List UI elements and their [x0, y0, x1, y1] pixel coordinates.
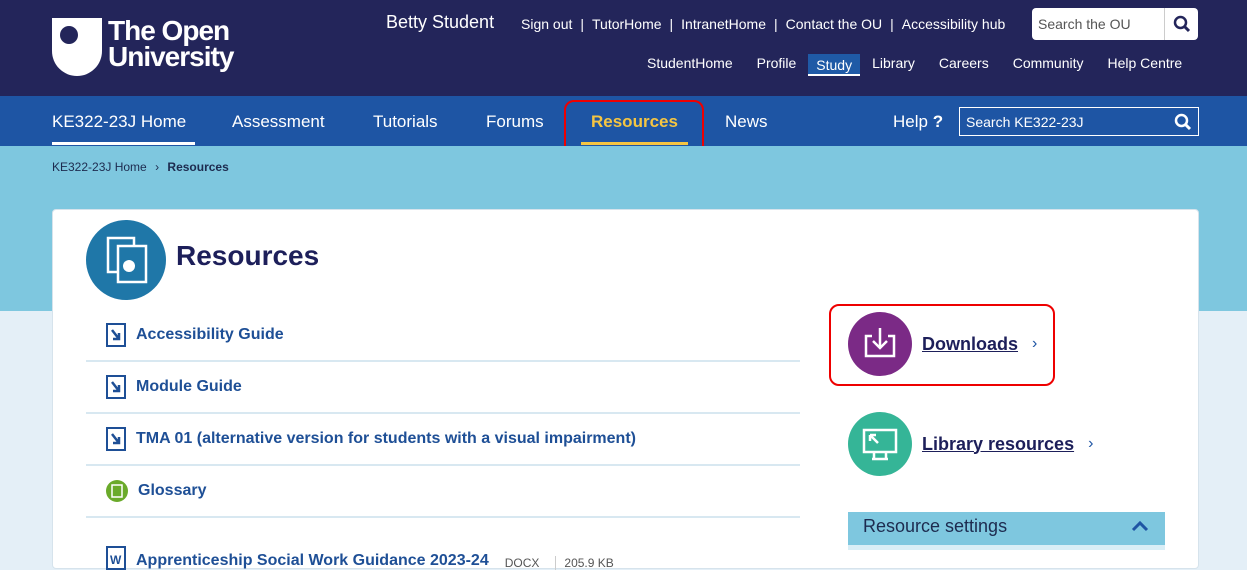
- logo-line-2: University: [108, 41, 234, 72]
- user-name: Betty Student: [386, 12, 495, 32]
- resource-list: Accessibility Guide Module Guide TMA 01 …: [86, 310, 800, 570]
- module-search-input[interactable]: Search KE322-23J: [966, 114, 1084, 130]
- subnav-careers[interactable]: Careers: [927, 54, 1001, 76]
- library-resources-label[interactable]: Library resources: [922, 434, 1074, 455]
- subnav-study[interactable]: Study: [808, 54, 861, 76]
- ou-search-input[interactable]: Search the OU: [1032, 8, 1165, 40]
- chevron-up-icon[interactable]: [1130, 516, 1150, 536]
- tab-news[interactable]: News: [725, 112, 768, 132]
- tab-forums[interactable]: Forums: [486, 112, 544, 132]
- list-item[interactable]: TMA 01 (alternative version for students…: [86, 414, 800, 466]
- library-resources-link[interactable]: Library resources ›: [848, 412, 1093, 476]
- top-links: Sign out | TutorHome | IntranetHome | Conta…: [521, 16, 1006, 32]
- ou-shield-icon: [52, 18, 102, 76]
- subnav-library[interactable]: Library: [860, 54, 927, 76]
- tab-assessment[interactable]: Assessment: [232, 112, 325, 132]
- tab-home[interactable]: KE322-23J Home: [52, 112, 195, 145]
- resource-link[interactable]: TMA 01 (alternative version for students…: [136, 430, 636, 448]
- contact-link[interactable]: Contact the OU: [786, 16, 883, 32]
- resource-link[interactable]: Accessibility Guide: [136, 326, 284, 344]
- subnav-profile[interactable]: Profile: [745, 54, 809, 76]
- resources-icon: [86, 220, 166, 300]
- search-icon[interactable]: [1165, 15, 1198, 33]
- svg-text:W: W: [110, 553, 122, 567]
- help-icon: ?: [932, 112, 944, 131]
- resource-link[interactable]: Module Guide: [136, 378, 242, 396]
- chevron-right-icon: ›: [155, 160, 160, 174]
- list-item[interactable]: W Apprenticeship Social Work Guidance 202…: [86, 518, 800, 570]
- resource-settings-body: [848, 545, 1165, 550]
- highlight-downloads: [829, 304, 1055, 386]
- intranethome-link[interactable]: IntranetHome: [681, 16, 766, 32]
- help-link[interactable]: Help ?: [893, 112, 943, 132]
- resource-link[interactable]: Apprenticeship Social Work Guidance 2023…: [136, 552, 489, 570]
- resource-settings-header[interactable]: Resource settings: [848, 512, 1165, 545]
- ou-search[interactable]: Search the OU: [1032, 8, 1198, 40]
- ou-logo[interactable]: The Open University: [52, 17, 234, 76]
- sub-nav: StudentHome Profile Study Library Career…: [635, 54, 1194, 76]
- help-label: Help: [893, 112, 928, 131]
- document-link-icon: [106, 323, 126, 347]
- tab-tutorials[interactable]: Tutorials: [373, 112, 438, 132]
- resource-settings-label: Resource settings: [863, 516, 1008, 536]
- subnav-studenthome[interactable]: StudentHome: [635, 54, 745, 76]
- breadcrumb-current: Resources: [167, 160, 229, 174]
- site-header: The Open University Betty Student Sign ou…: [0, 0, 1247, 96]
- breadcrumb: KE322-23J Home › Resources: [52, 160, 229, 174]
- page-title: Resources: [176, 240, 320, 271]
- document-link-icon: [106, 375, 126, 399]
- list-item[interactable]: Module Guide: [86, 362, 800, 414]
- document-link-icon: [106, 427, 126, 451]
- chevron-right-icon: ›: [1088, 435, 1094, 452]
- list-item[interactable]: Accessibility Guide: [86, 310, 800, 362]
- accessibility-hub-link[interactable]: Accessibility hub: [902, 16, 1006, 32]
- breadcrumb-home[interactable]: KE322-23J Home: [52, 160, 147, 174]
- resource-link[interactable]: Glossary: [138, 482, 206, 500]
- file-type: DOCX: [504, 556, 540, 570]
- sign-out-link[interactable]: Sign out: [521, 16, 572, 32]
- subnav-help-centre[interactable]: Help Centre: [1096, 54, 1195, 76]
- search-icon[interactable]: [1174, 113, 1192, 131]
- subnav-community[interactable]: Community: [1001, 54, 1096, 76]
- library-monitor-icon: [848, 412, 912, 476]
- tutorhome-link[interactable]: TutorHome: [592, 16, 662, 32]
- module-search[interactable]: Search KE322-23J: [959, 107, 1199, 136]
- glossary-icon: [106, 480, 128, 502]
- file-size: 205.9 KB: [555, 556, 614, 570]
- list-item[interactable]: Glossary: [86, 466, 800, 518]
